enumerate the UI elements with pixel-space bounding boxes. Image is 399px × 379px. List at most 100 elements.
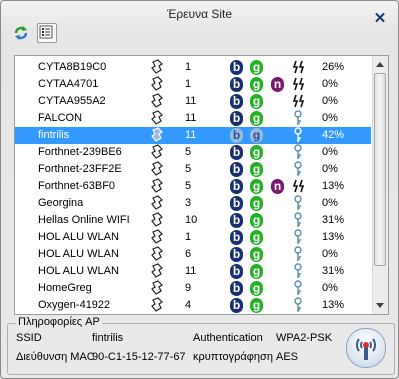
mode-g-icon: g (250, 298, 263, 313)
network-signal: 0% (322, 248, 338, 260)
ap-info-group: Πληροφορίες AP SSID fintrilis Authentica… (7, 316, 395, 375)
network-channel: 4 (185, 299, 192, 311)
network-signal: 42% (322, 129, 345, 141)
network-row[interactable]: HOL ALU WLAN 1 b g 13% (15, 229, 371, 246)
mode-b-icon: b (230, 60, 243, 75)
scroll-down-icon[interactable] (376, 303, 384, 308)
window-title: Έρευνα Site (166, 7, 233, 21)
mode-b-icon: b (230, 196, 243, 211)
site-survey-window: Έρευνα Site ✕ CYTA8B19C0 1 b g 26% CYTAA4701 1… (0, 0, 399, 379)
ssid-value: fintrilis (92, 332, 124, 344)
network-ssid: CYTA8B19C0 (38, 61, 107, 73)
network-ssid: CYTAA4701 (38, 78, 99, 90)
mode-g-icon: g (250, 77, 263, 92)
network-signal: 26% (322, 61, 345, 73)
scroll-thumb[interactable] (374, 73, 386, 266)
refresh-button[interactable] (11, 23, 31, 43)
network-row[interactable]: fintrilis 11 b g 42% (15, 127, 371, 144)
network-signal: 31% (322, 214, 345, 226)
mode-g-icon: g (250, 247, 263, 262)
close-button[interactable]: ✕ (373, 11, 387, 26)
network-signal: 31% (322, 265, 345, 277)
ssid-label: SSID (16, 332, 42, 344)
mode-g-icon: g (250, 145, 263, 160)
network-channel: 5 (185, 180, 192, 192)
mode-g-icon: g (250, 94, 263, 109)
network-channel: 11 (185, 129, 197, 141)
access-point-icon (346, 328, 386, 368)
mode-g-icon: g (250, 60, 263, 75)
encryption-label: κρυπτογράφηση (193, 351, 273, 363)
network-signal: 13% (322, 299, 345, 311)
auth-label: Authentication (193, 332, 263, 344)
network-channel: 3 (185, 197, 192, 209)
network-row[interactable]: FALCON 11 b g 0% (15, 110, 371, 127)
network-ssid: fintrilis (38, 129, 70, 141)
mode-b-icon: b (230, 162, 243, 177)
list-view-icon (39, 25, 53, 39)
network-signal: 0% (322, 282, 338, 294)
network-ssid: HOL ALU WLAN (38, 265, 119, 277)
scroll-up-icon[interactable] (376, 62, 384, 67)
network-row[interactable]: CYTAA955A2 11 b g 0% (15, 93, 371, 110)
mode-n-icon: n (271, 77, 284, 92)
network-row[interactable]: HOL ALU WLAN 11 b g 31% (15, 263, 371, 280)
network-signal: 0% (322, 78, 338, 90)
mode-g-icon: g (250, 196, 263, 211)
mode-b-icon: b (230, 77, 243, 92)
mode-g-icon: g (250, 264, 263, 279)
security-key-icon (291, 297, 305, 314)
mode-b-icon: b (230, 94, 243, 109)
vertical-scrollbar[interactable] (372, 56, 388, 314)
network-list[interactable]: CYTA8B19C0 1 b g 26% CYTAA4701 1 b g n 0% CYTAA955A… (14, 55, 389, 315)
encryption-value: AES (276, 351, 299, 363)
network-row[interactable]: HomeGreg 9 b g 0% (15, 280, 371, 297)
network-row[interactable]: Forthnet-63BF0 5 b g n 13% (15, 178, 371, 195)
list-view-button[interactable] (37, 23, 57, 43)
mode-g-icon: g (250, 128, 263, 143)
mode-b-icon: b (230, 179, 243, 194)
mode-b-icon: b (230, 213, 243, 228)
network-ssid: FALCON (38, 112, 83, 124)
network-row[interactable]: Hellas Online WIFI 10 b g 31% (15, 212, 371, 229)
mode-b-icon: b (230, 281, 243, 296)
network-ssid: HOL ALU WLAN (38, 231, 119, 243)
mode-g-icon: g (250, 281, 263, 296)
network-row[interactable]: Forthnet-239BE6 5 b g 0% (15, 144, 371, 161)
refresh-icon (14, 26, 28, 40)
mode-g-icon: g (250, 162, 263, 177)
mac-value: 90-C1-15-12-77-67 (92, 351, 186, 363)
network-signal: 13% (322, 231, 345, 243)
network-channel: 1 (185, 231, 192, 243)
network-channel: 11 (185, 112, 197, 124)
ap-info-title: Πληροφορίες AP (16, 316, 102, 328)
network-row[interactable]: CYTAA4701 1 b g n 0% (15, 76, 371, 93)
network-signal: 0% (322, 146, 338, 158)
network-ssid: Hellas Online WIFI (38, 214, 130, 226)
network-channel: 10 (185, 214, 198, 226)
network-channel: 1 (185, 61, 192, 73)
network-row[interactable]: Oxygen-41922 4 b g 13% (15, 297, 371, 314)
mode-g-icon: g (250, 179, 263, 194)
network-row[interactable]: CYTA8B19C0 1 b g 26% (15, 59, 371, 76)
mode-b-icon: b (230, 298, 243, 313)
mode-b-icon: b (230, 230, 243, 245)
network-row[interactable]: HOL ALU WLAN 6 b g 0% (15, 246, 371, 263)
signal-lock-icon (150, 297, 164, 314)
mode-b-icon: b (230, 128, 243, 143)
network-channel: 9 (185, 282, 192, 294)
network-ssid: Forthnet-239BE6 (38, 146, 122, 158)
mac-label: Διεύθυνση MAC (16, 351, 95, 363)
network-signal: 0% (322, 95, 338, 107)
network-ssid: Georgina (38, 197, 84, 209)
network-row[interactable]: Forthnet-23FF2E 5 b g 0% (15, 161, 371, 178)
network-signal: 0% (322, 163, 338, 175)
network-channel: 5 (185, 163, 192, 175)
network-ssid: CYTAA955A2 (38, 95, 106, 107)
network-ssid: Forthnet-23FF2E (38, 163, 122, 175)
mode-g-icon: g (250, 230, 263, 245)
mode-g-icon: g (250, 111, 263, 126)
mode-n-icon: n (271, 179, 284, 194)
network-channel: 11 (185, 95, 197, 107)
network-row[interactable]: Georgina 3 b g 0% (15, 195, 371, 212)
